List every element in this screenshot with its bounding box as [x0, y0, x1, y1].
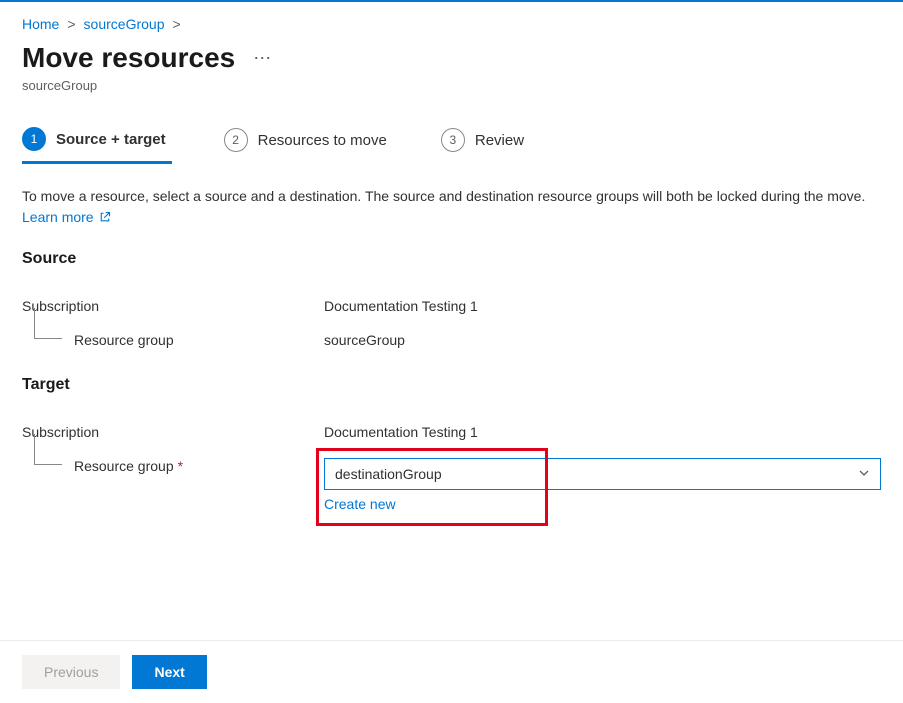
- chevron-right-icon: >: [67, 16, 75, 32]
- target-resource-group-label: Resource group*: [22, 458, 324, 474]
- tab-review[interactable]: 3 Review: [441, 120, 530, 162]
- source-resource-group-value: sourceGroup: [324, 332, 881, 348]
- breadcrumb-source-group[interactable]: sourceGroup: [84, 16, 165, 32]
- target-subscription-value: Documentation Testing 1: [324, 424, 881, 440]
- source-heading: Source: [22, 250, 881, 268]
- page-subtitle: sourceGroup: [22, 78, 881, 93]
- step-number-icon: 1: [22, 127, 46, 151]
- target-resource-group-select[interactable]: destinationGroup: [324, 458, 881, 490]
- tab-source-target[interactable]: 1 Source + target: [22, 119, 172, 164]
- more-actions-icon[interactable]: ⋯: [253, 48, 272, 69]
- step-number-icon: 2: [224, 128, 248, 152]
- external-link-icon: [99, 211, 111, 223]
- step-number-icon: 3: [441, 128, 465, 152]
- required-asterisk: *: [178, 458, 183, 474]
- chevron-right-icon: >: [172, 16, 180, 32]
- select-value: destinationGroup: [335, 466, 442, 482]
- footer-actions: Previous Next: [0, 640, 903, 703]
- next-button[interactable]: Next: [132, 655, 206, 689]
- description-text: To move a resource, select a source and …: [22, 186, 881, 228]
- breadcrumb-home[interactable]: Home: [22, 16, 59, 32]
- create-new-link[interactable]: Create new: [324, 496, 396, 512]
- step-label: Source + target: [56, 131, 166, 148]
- source-subscription-label: Subscription: [22, 298, 324, 314]
- previous-button[interactable]: Previous: [22, 655, 120, 689]
- step-label: Resources to move: [258, 132, 387, 149]
- source-resource-group-label: Resource group: [22, 332, 324, 348]
- learn-more-link[interactable]: Learn more: [22, 209, 111, 225]
- tab-resources-to-move[interactable]: 2 Resources to move: [224, 120, 393, 162]
- chevron-down-icon: [858, 466, 870, 482]
- target-subscription-label: Subscription: [22, 424, 324, 440]
- page-title: Move resources: [22, 42, 235, 74]
- step-label: Review: [475, 132, 524, 149]
- target-heading: Target: [22, 376, 881, 394]
- source-subscription-value: Documentation Testing 1: [324, 298, 881, 314]
- breadcrumb: Home > sourceGroup >: [22, 16, 881, 32]
- step-tabs: 1 Source + target 2 Resources to move 3 …: [22, 119, 881, 164]
